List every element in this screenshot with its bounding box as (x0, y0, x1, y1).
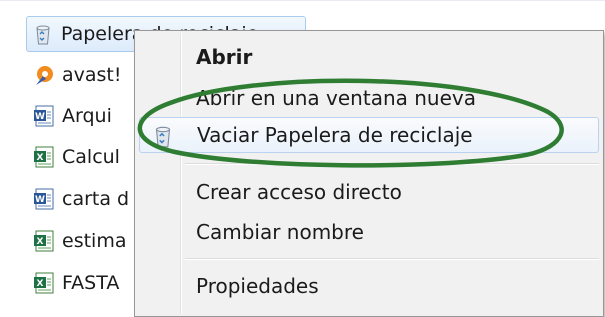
menu-separator (185, 258, 599, 260)
desktop-item-avast[interactable]: avast! (28, 58, 122, 92)
menu-item-label: Crear acceso directo (196, 180, 402, 204)
desktop-item-fasta[interactable]: X FASTA (28, 266, 119, 300)
menu-item-label: Cambiar nombre (196, 220, 364, 244)
excel-spreadsheet-icon: X (34, 230, 54, 252)
menu-item-empty-recycle-bin[interactable]: Vaciar Papelera de reciclaje (139, 117, 599, 153)
desktop-item-carta[interactable]: W carta d (28, 182, 129, 216)
menu-item-label: Abrir (196, 45, 253, 69)
menu-item-rename[interactable]: Cambiar nombre (139, 214, 599, 250)
recycle-bin-icon (155, 126, 171, 148)
avast-icon (36, 66, 53, 85)
desktop-item-label: avast! (62, 64, 122, 86)
desktop-item-label: FASTA (62, 272, 120, 294)
menu-item-create-shortcut[interactable]: Crear acceso directo (139, 174, 599, 210)
menu-item-open-new-window[interactable]: Abrir en una ventana nueva (139, 80, 599, 116)
word-document-icon: W (34, 188, 54, 210)
svg-text:W: W (35, 112, 45, 122)
desktop-screen: Papelera de reciclaje avast! W Arqui X C… (0, 0, 605, 317)
svg-text:X: X (37, 153, 44, 163)
excel-spreadsheet-icon: X (34, 272, 54, 294)
word-document-icon: W (34, 105, 54, 127)
desktop-item-calcul[interactable]: X Calcul (28, 140, 120, 174)
desktop-item-estima[interactable]: X estima (28, 224, 126, 258)
desktop-item-label: estima (62, 230, 127, 252)
menu-item-properties[interactable]: Propiedades (139, 268, 599, 304)
menu-item-label: Abrir en una ventana nueva (196, 86, 476, 110)
menu-separator (185, 163, 599, 165)
desktop-item-label: Arqui (62, 105, 112, 127)
context-menu: Abrir Abrir en una ventana nueva Vaciar … (134, 30, 604, 317)
menu-item-open[interactable]: Abrir (139, 39, 599, 75)
svg-text:X: X (37, 279, 44, 289)
recycle-bin-icon (36, 25, 50, 45)
svg-text:W: W (35, 195, 45, 205)
menu-item-label: Propiedades (196, 274, 319, 298)
desktop-item-label: Calcul (62, 146, 120, 168)
desktop-item-arqui[interactable]: W Arqui (28, 99, 112, 133)
menu-item-label: Vaciar Papelera de reciclaje (197, 123, 473, 147)
excel-spreadsheet-icon: X (34, 146, 54, 168)
svg-text:X: X (37, 237, 44, 247)
top-divider (0, 0, 605, 1)
desktop-item-label: carta d (62, 188, 130, 210)
